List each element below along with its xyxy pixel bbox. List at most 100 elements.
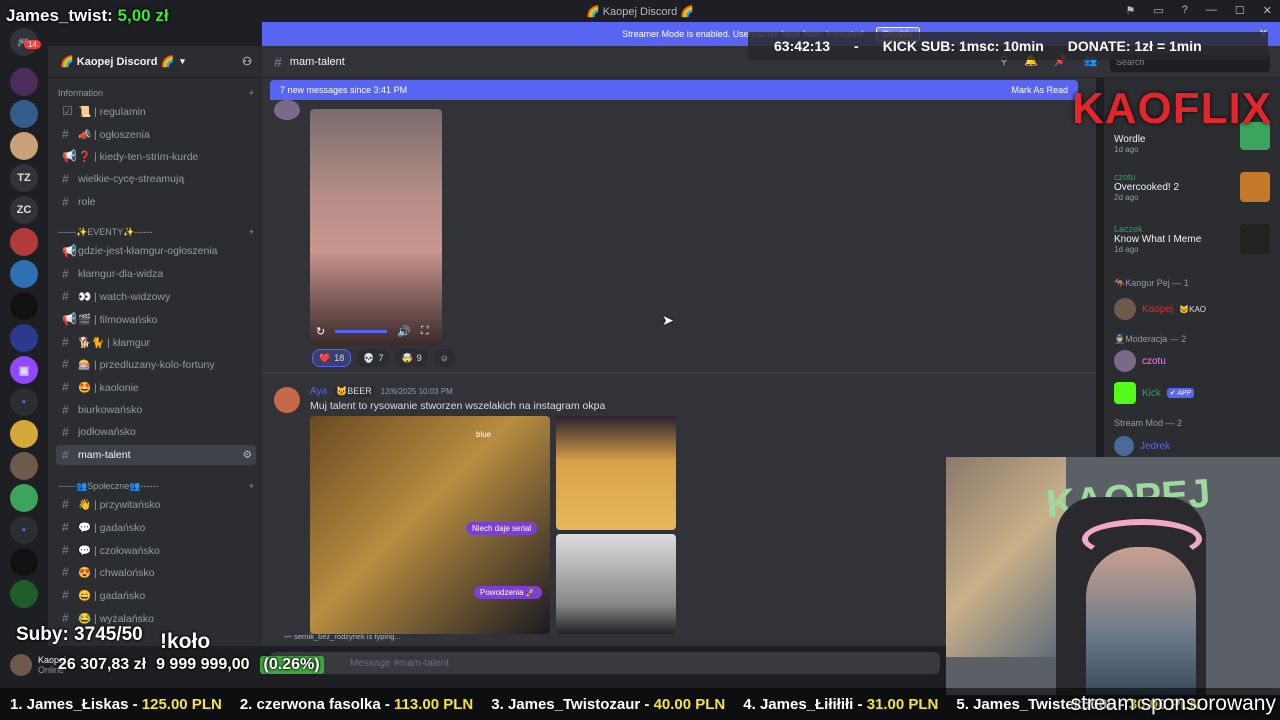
settings-gear-icon[interactable]: ⚙ xyxy=(243,449,252,461)
channel-item[interactable]: # biurkowańsko xyxy=(56,400,256,420)
hash-icon: # xyxy=(62,380,69,394)
subs-counter: Suby: 3745/50 xyxy=(16,624,143,645)
member-item[interactable]: Jedrek xyxy=(1114,436,1170,456)
server-zc[interactable]: ZC xyxy=(10,196,38,224)
plus-icon[interactable]: + xyxy=(249,481,254,492)
ticker-item: 2. czerwona fasolka - 113.00 PLN xyxy=(239,695,474,713)
maximize-button[interactable]: ☐ xyxy=(1235,4,1245,17)
minimize-button[interactable]: — xyxy=(1206,4,1217,17)
server-icon[interactable] xyxy=(10,292,38,320)
channel-item[interactable]: # 💬 | gadańsko xyxy=(56,517,256,537)
channel-title: mam-talent xyxy=(289,55,345,68)
channel-item[interactable]: ☑ 📜 | regulamin xyxy=(56,101,256,121)
activity-card[interactable]: Wordle 1d ago xyxy=(1114,134,1146,154)
server-icon[interactable] xyxy=(10,452,38,480)
author-name[interactable]: Aya xyxy=(310,386,327,397)
message-input[interactable]: Message #mam-talent xyxy=(270,652,940,674)
channel-item[interactable]: # 👀 | watch-widzowy xyxy=(56,286,256,306)
chevron-down-icon: ▾ xyxy=(180,56,185,66)
server-icon[interactable] xyxy=(10,580,38,608)
server-icon[interactable] xyxy=(10,260,38,288)
typing-indicator: ••• sernik_bez_rodzynek is typing... xyxy=(284,632,401,641)
video-attachment[interactable] xyxy=(310,109,442,345)
channel-item[interactable]: 📢 🎬 | filmowańsko xyxy=(56,309,256,329)
category-information[interactable]: Information + xyxy=(58,88,254,98)
add-member-icon[interactable]: ⚇ xyxy=(242,55,252,68)
image-label: blue xyxy=(476,430,492,439)
image-bubble: Powodzenia 🚀 xyxy=(474,586,542,599)
image-bubble: Niech daje serial xyxy=(466,522,538,535)
kaoflix-logo: KAOFLIX xyxy=(1072,84,1273,133)
image-attachment[interactable] xyxy=(556,416,676,530)
channel-item[interactable]: # 😍 | chwalońsko xyxy=(56,562,256,582)
role-tag: 🐱BEER xyxy=(333,386,375,397)
hash-icon: # xyxy=(62,335,69,349)
category-eventy[interactable]: ------✨EVENTY✨------ + xyxy=(58,227,254,238)
channel-item[interactable]: # 💬 | czołowańsko xyxy=(56,540,256,560)
folder-icon[interactable]: ▪ xyxy=(10,516,38,544)
avatar[interactable] xyxy=(274,100,300,120)
image-attachment[interactable]: blue Niech daje serial Powodzenia 🚀 xyxy=(310,416,550,634)
folder-icon[interactable]: ▪ xyxy=(10,388,38,416)
member-item[interactable]: Kaopej 🐱KAO xyxy=(1114,298,1206,320)
plus-icon[interactable]: + xyxy=(249,227,254,238)
channel-item[interactable]: # 👋 | przywitańsko xyxy=(56,494,256,514)
reaction[interactable]: 🤯 9 xyxy=(395,349,428,367)
announcement-icon: 📢 xyxy=(62,149,77,163)
close-button[interactable]: ✕ xyxy=(1263,4,1272,17)
channel-item[interactable]: # 🐕🐈 | kłamgur xyxy=(56,332,256,352)
mark-as-read-button[interactable]: Mark As Read xyxy=(1011,85,1068,95)
sponsor-text: stream sponsorowany xyxy=(1070,692,1276,715)
channel-item[interactable]: # 🎰 | przedluzany-kolo-fortuny xyxy=(56,354,256,374)
channel-item[interactable]: # role xyxy=(56,192,256,212)
channel-item[interactable]: 📢 gdzie-jest-kłamgur-ogłoszenia xyxy=(56,241,256,261)
video-controls: ↻ 🔊 ⛶ xyxy=(316,325,429,338)
twitch-server-icon[interactable]: ▣ xyxy=(10,356,38,384)
category-spoleczne[interactable]: ------👥Społeczne👥------ + xyxy=(58,481,254,492)
server-icon[interactable] xyxy=(10,484,38,512)
hash-icon: # xyxy=(62,611,69,625)
hash-icon: # xyxy=(62,127,69,141)
server-icon[interactable] xyxy=(10,324,38,352)
server-icon[interactable] xyxy=(10,132,38,160)
member-item[interactable]: czotu xyxy=(1114,350,1166,372)
channel-item[interactable]: 📢 ❓ | kiedy-ten-strim-kurde xyxy=(56,146,256,166)
headphones-icon xyxy=(1082,519,1202,559)
guild-header[interactable]: 🌈 Kaopej Discord 🌈 ▾ ⚇ xyxy=(48,46,262,78)
image-attachment[interactable] xyxy=(556,534,676,634)
screen-icon[interactable]: ▭ xyxy=(1153,4,1163,17)
channel-item[interactable]: # kłamgur-dla-widza xyxy=(56,264,256,284)
channel-item[interactable]: # jodłowańsko xyxy=(56,422,256,442)
channel-item[interactable]: # wielkie-cycę-streamują xyxy=(56,169,256,189)
replay-icon[interactable]: ↻ xyxy=(316,325,325,338)
game-icon xyxy=(1240,172,1270,202)
message-text: Muj talent to rysowanie stworzen wszelak… xyxy=(310,400,606,412)
reaction[interactable]: ❤️ 18 xyxy=(312,349,352,367)
member-item[interactable]: Kick ✔ APP xyxy=(1114,382,1195,404)
channel-item[interactable]: # 📣 | ogłoszenia xyxy=(56,124,256,144)
channel-item[interactable]: # 😄 | gadańsko xyxy=(56,585,256,605)
server-icon[interactable] xyxy=(10,228,38,256)
reaction[interactable]: 💀 7 xyxy=(357,349,390,367)
activity-card[interactable]: Laczek Know What I Meme 1d ago xyxy=(1114,224,1201,254)
server-icon[interactable] xyxy=(10,548,38,576)
channel-item-selected[interactable]: # mam-talent ⚙ xyxy=(56,445,256,465)
inbox-icon[interactable]: ⚑ xyxy=(1126,4,1136,17)
avatar[interactable] xyxy=(274,387,300,413)
new-messages-bar[interactable]: 7 new messages since 3:41 PM Mark As Rea… xyxy=(270,80,1078,100)
rules-icon: ☑ xyxy=(62,104,73,118)
add-reaction-icon[interactable]: ☺ xyxy=(433,349,455,367)
activity-card[interactable]: czotu Overcooked! 2 2d ago xyxy=(1114,172,1179,202)
avatar[interactable] xyxy=(10,654,32,676)
hash-icon: # xyxy=(62,403,69,417)
plus-icon[interactable]: + xyxy=(249,88,254,98)
server-icon[interactable] xyxy=(10,68,38,96)
volume-slider[interactable] xyxy=(335,330,388,333)
volume-icon[interactable]: 🔊 xyxy=(397,325,411,338)
channel-item[interactable]: # 🤩 | kaolonie xyxy=(56,377,256,397)
server-icon[interactable] xyxy=(10,100,38,128)
fullscreen-icon[interactable]: ⛶ xyxy=(421,325,429,338)
help-icon[interactable]: ? xyxy=(1182,4,1188,17)
server-tz[interactable]: TZ xyxy=(10,164,38,192)
server-icon[interactable] xyxy=(10,420,38,448)
